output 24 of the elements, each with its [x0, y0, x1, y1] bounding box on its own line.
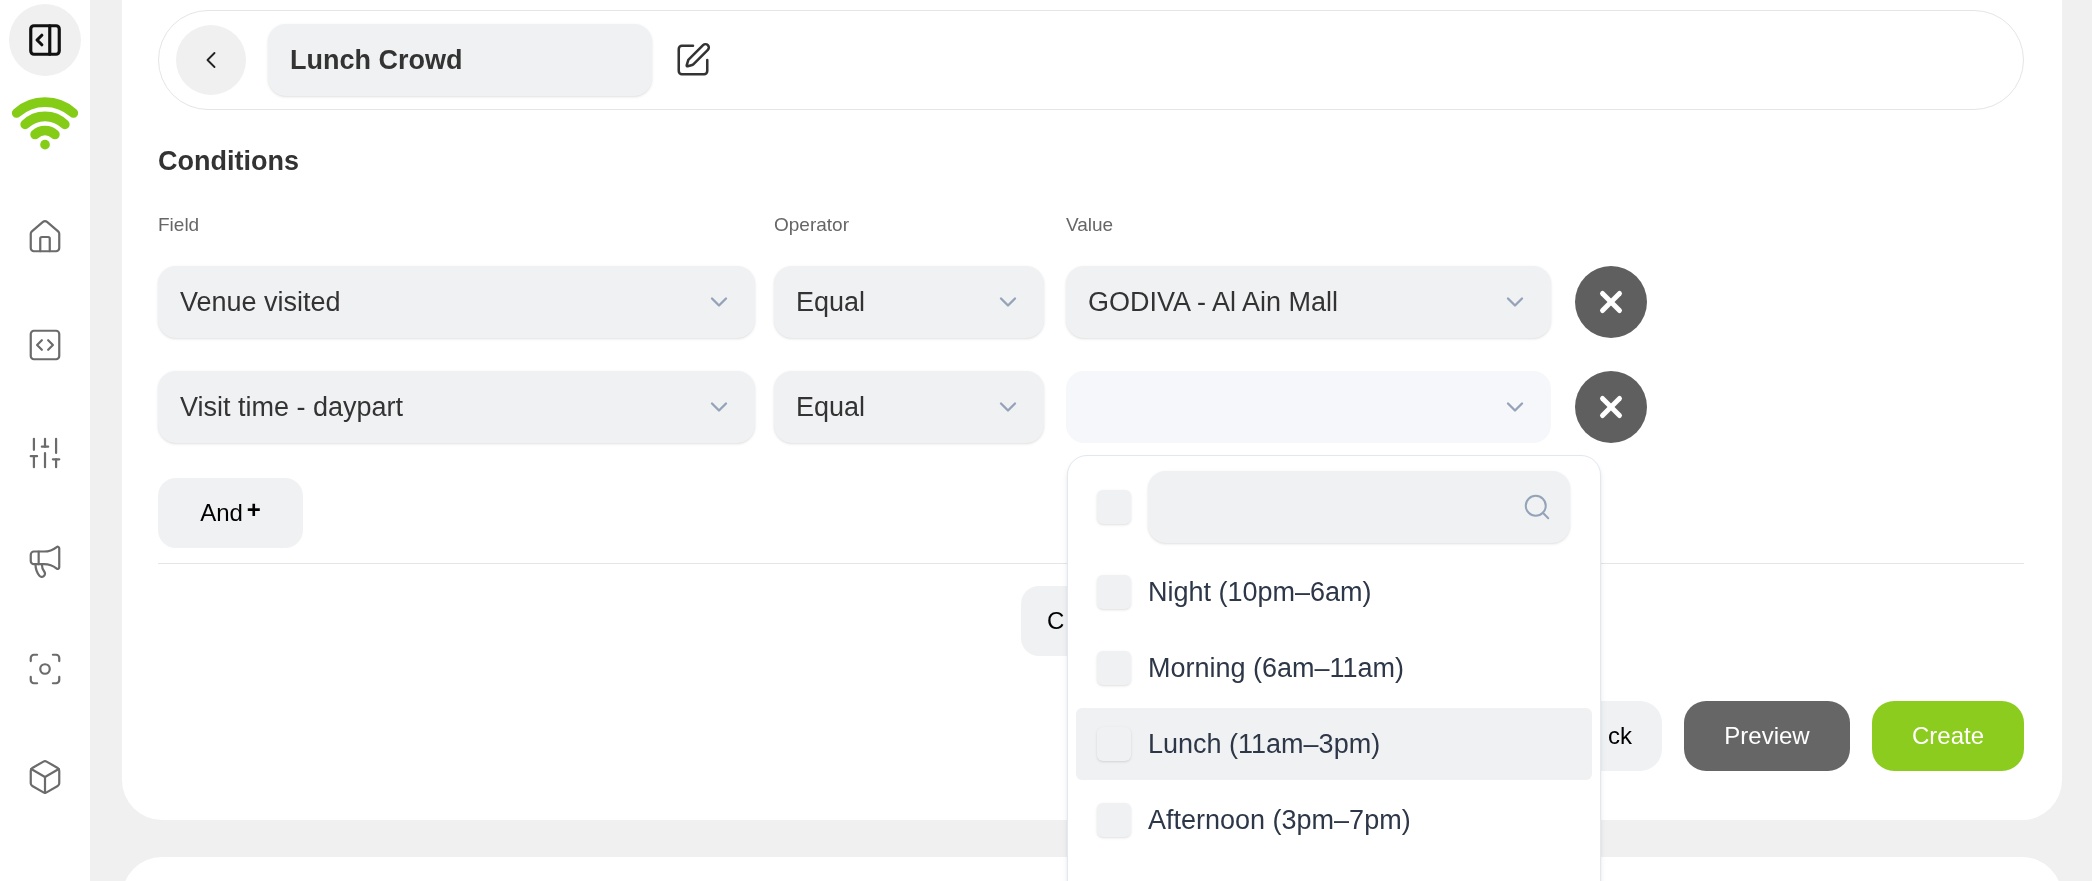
- column-label: Field: [158, 215, 201, 234]
- operator-select[interactable]: Equal: [774, 266, 1044, 338]
- operator-select[interactable]: Equal: [774, 371, 1044, 443]
- search-icon: [1522, 492, 1552, 522]
- value-select[interactable]: GODIVA - Al Ain Mall: [1066, 266, 1551, 338]
- option-label: Night (10pm–6am): [1148, 575, 1372, 609]
- column-label: Operator: [774, 215, 850, 234]
- field-select[interactable]: Visit time - daypart: [158, 371, 755, 443]
- option-label: Afternoon (3pm–7pm): [1148, 803, 1411, 837]
- segment-name-field[interactable]: Lunch Crowd: [268, 24, 652, 96]
- dropdown-option[interactable]: Morning (6am–11am): [1076, 632, 1592, 704]
- and-button[interactable]: And +: [158, 478, 303, 548]
- action-button[interactable]: Preview: [1684, 701, 1850, 771]
- panel-toggle-icon: [26, 21, 64, 59]
- option-label: Lunch (11am–3pm): [1148, 727, 1381, 761]
- search-field[interactable]: [1148, 471, 1570, 543]
- field-select[interactable]: Venue visited: [158, 266, 755, 338]
- option-label: Morning (6am–11am): [1148, 651, 1405, 685]
- dropdown-option[interactable]: Night (10pm–6am): [1076, 556, 1592, 628]
- dropdown-option[interactable]: Lunch (11am–3pm): [1076, 708, 1592, 780]
- dropdown-option[interactable]: Afternoon (3pm–7pm): [1076, 784, 1592, 856]
- section-title: Conditions: [158, 148, 300, 175]
- edit-icon[interactable]: [674, 41, 712, 79]
- column-label: Value: [1066, 215, 1114, 234]
